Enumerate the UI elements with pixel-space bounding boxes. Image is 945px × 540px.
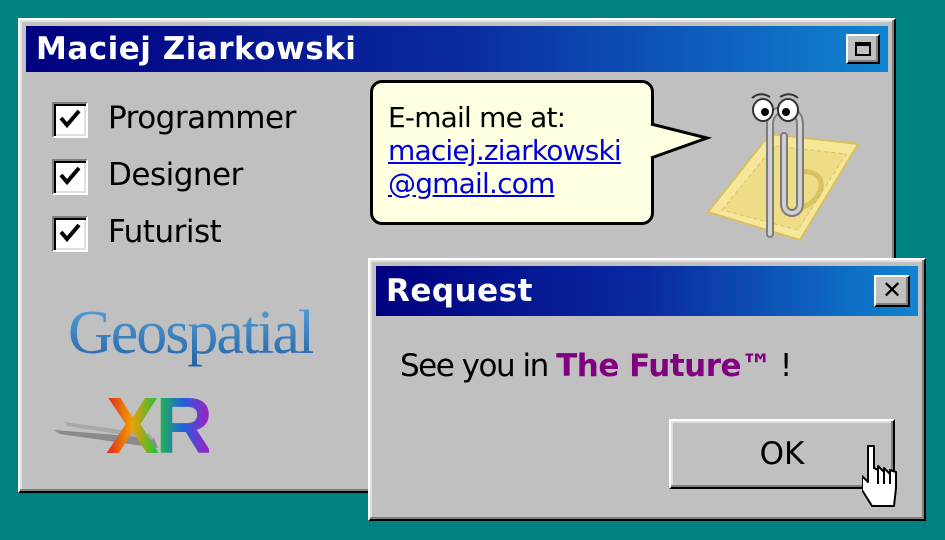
maximize-icon [855,42,871,56]
paperclip-assistant-icon[interactable] [700,92,865,252]
dialog-titlebar[interactable]: Request ✕ [376,266,918,316]
maximize-button[interactable] [846,34,880,64]
balloon-text: E-mail me at: maciej.ziarkowski @gmail.c… [388,101,622,200]
close-button[interactable]: ✕ [874,275,910,307]
checkbox-label: Designer [108,157,243,193]
email-link-part2: @gmail.com [388,167,555,200]
assistant-balloon: E-mail me at: maciej.ziarkowski @gmail.c… [370,80,654,225]
checkmark-icon [59,223,81,243]
email-link[interactable]: maciej.ziarkowski @gmail.com [388,134,622,200]
checkmark-icon [59,109,81,129]
checkbox-label: Programmer [108,100,296,136]
close-icon: ✕ [882,276,903,304]
geospatial-logo: Geospatial [68,299,315,367]
dialog-title: Request [386,273,533,309]
message-brand: The Future™ [556,348,772,384]
email-link-part1: maciej.ziarkowski [388,134,622,167]
checkbox-box[interactable] [52,216,88,252]
main-window-titlebar[interactable]: Maciej Ziarkowski [26,26,888,72]
hand-cursor-icon [862,445,897,507]
checkbox-label: Futurist [108,214,222,250]
xr-logo: XR [106,381,213,470]
checkbox-box[interactable] [52,102,88,138]
message-suffix: ! [779,348,792,384]
request-dialog: Request ✕ See you in The Future™ ! OK [368,258,926,521]
checkbox-box[interactable] [52,159,88,195]
message-prefix: See you in [400,348,549,384]
dialog-message: See you in The Future™ ! [400,348,792,384]
main-window-title: Maciej Ziarkowski [36,31,357,67]
checkmark-icon [59,166,81,186]
balloon-line: E-mail me at: [388,101,566,134]
